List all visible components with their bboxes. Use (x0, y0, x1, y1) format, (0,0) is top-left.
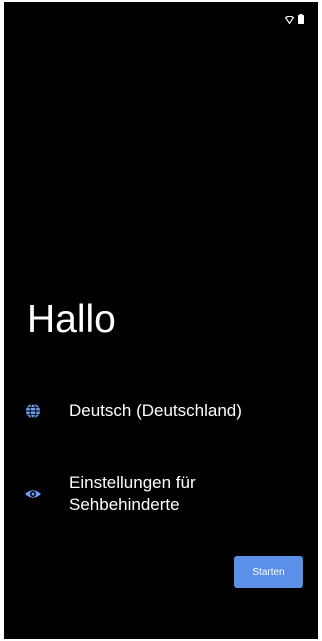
greeting-title: Hallo (27, 298, 116, 341)
status-icons (285, 9, 304, 28)
accessibility-option-label: Einstellungen für Sehbehinderte (69, 473, 196, 514)
accessibility-option[interactable]: Einstellungen für Sehbehinderte (24, 468, 314, 520)
wifi-icon (285, 9, 294, 28)
eye-icon (24, 485, 42, 503)
language-option[interactable]: Deutsch (Deutschland) (24, 394, 314, 428)
language-option-label: Deutsch (Deutschland) (69, 401, 242, 420)
start-button[interactable]: Starten (234, 556, 303, 588)
status-bar (4, 2, 318, 24)
battery-icon (298, 9, 304, 28)
setup-screen: Hallo Deutsch (Deutschland) Einstellunge… (4, 2, 318, 639)
globe-icon (24, 402, 42, 420)
